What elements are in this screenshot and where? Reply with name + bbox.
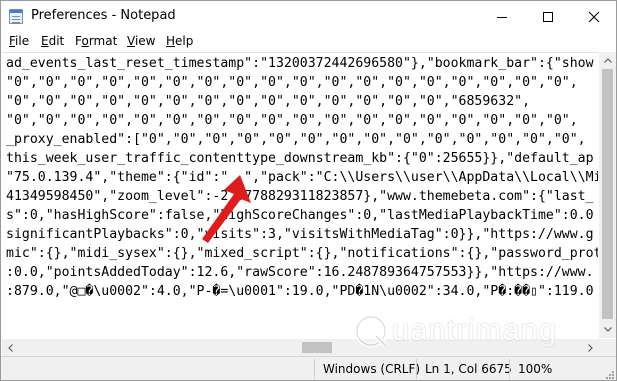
close-button[interactable] [571, 1, 616, 32]
status-divider [314, 359, 315, 379]
menu-format-mnemonic: o [81, 34, 89, 48]
menu-edit-label: dit [48, 34, 65, 48]
editor-line: s":0,"hasHighScore":false,"highScoreChan… [6, 208, 594, 223]
menu-help-label: elp [175, 34, 194, 48]
scroll-left-button[interactable] [2, 339, 19, 356]
menu-file[interactable]: File [9, 34, 29, 48]
notepad-window: Preferences - Notepad File Edit Format V… [0, 0, 617, 381]
maximize-icon [543, 11, 553, 22]
menu-view-mnemonic: V [127, 34, 135, 48]
editor-line: this_week_user_traffic_contenttype_downs… [6, 151, 594, 166]
vertical-scrollbar[interactable] [599, 52, 616, 338]
maximize-button[interactable] [525, 1, 571, 32]
scroll-up-button[interactable] [599, 52, 616, 69]
editor-line: ad_events_last_reset_timestamp":"1320037… [6, 56, 594, 71]
minimize-icon [497, 16, 507, 18]
status-line-ending: Windows (CRLF) [323, 362, 421, 376]
watermark: uantrimang [346, 306, 606, 356]
status-divider [509, 359, 510, 379]
editor-line: _proxy_enabled":["0","0","0","0","0","0"… [6, 132, 586, 147]
watermark-text: uantrimang [392, 312, 558, 347]
editor-line: "75.0.139.4","theme":{"id":" ","pack":"C… [6, 170, 598, 185]
resize-grip-icon[interactable] [604, 369, 614, 379]
notepad-icon[interactable] [9, 9, 23, 24]
horizontal-scroll-thumb[interactable] [302, 342, 332, 353]
editor-line: "0","0","0","0","0","0","0","0","0","0",… [6, 113, 578, 128]
menu-help-mnemonic: H [166, 34, 176, 48]
editor-line: "0","0","0","0","0","0","0","0","0","0",… [6, 75, 578, 90]
minimize-button[interactable] [479, 1, 525, 32]
status-zoom: 100% [518, 362, 553, 376]
window-title: Preferences - Notepad [31, 8, 176, 23]
close-icon [588, 11, 600, 22]
menu-bar: File Edit Format View Help [1, 32, 616, 52]
editor-line: :879.0,"@□�\u0002":4.0,"P-�=\u0001":19.0… [6, 284, 594, 299]
menu-edit[interactable]: Edit [41, 34, 64, 48]
menu-edit-mnemonic: E [41, 34, 49, 48]
vertical-scroll-thumb[interactable] [602, 69, 613, 319]
text-editor[interactable]: ad_events_last_reset_timestamp":"1320037… [2, 52, 598, 339]
menu-view-label: iew [134, 34, 156, 48]
title-bar[interactable]: Preferences - Notepad [1, 1, 616, 32]
menu-file-label: ile [15, 34, 30, 48]
red-arrow-pointer [202, 175, 251, 243]
menu-format[interactable]: Format [75, 34, 117, 48]
quantrimang-logo [354, 314, 388, 348]
chevron-up-icon [603, 58, 612, 63]
editor-line: significantPlaybacks":0,"visits":3,"visi… [6, 227, 594, 242]
menu-help[interactable]: Help [166, 34, 193, 48]
editor-line: :0.0,"pointsAddedToday":12.6,"rawScore":… [6, 265, 594, 280]
status-cursor-position: Ln 1, Col 6675 [425, 362, 512, 376]
menu-format-label: rmat [88, 34, 118, 48]
editor-line: 41349598450","zoom_level":-2.57788293118… [6, 189, 594, 204]
editor-line: mic":{},"midi_sysex":{},"mixed_script":{… [6, 246, 598, 261]
editor-line: "0","0","0","0","0","0","0","0","0","0",… [6, 94, 531, 109]
status-bar: Windows (CRLF) Ln 1, Col 6675 100% [1, 356, 616, 380]
status-divider [416, 359, 417, 379]
chevron-left-icon [8, 343, 13, 352]
menu-view[interactable]: View [127, 34, 155, 48]
